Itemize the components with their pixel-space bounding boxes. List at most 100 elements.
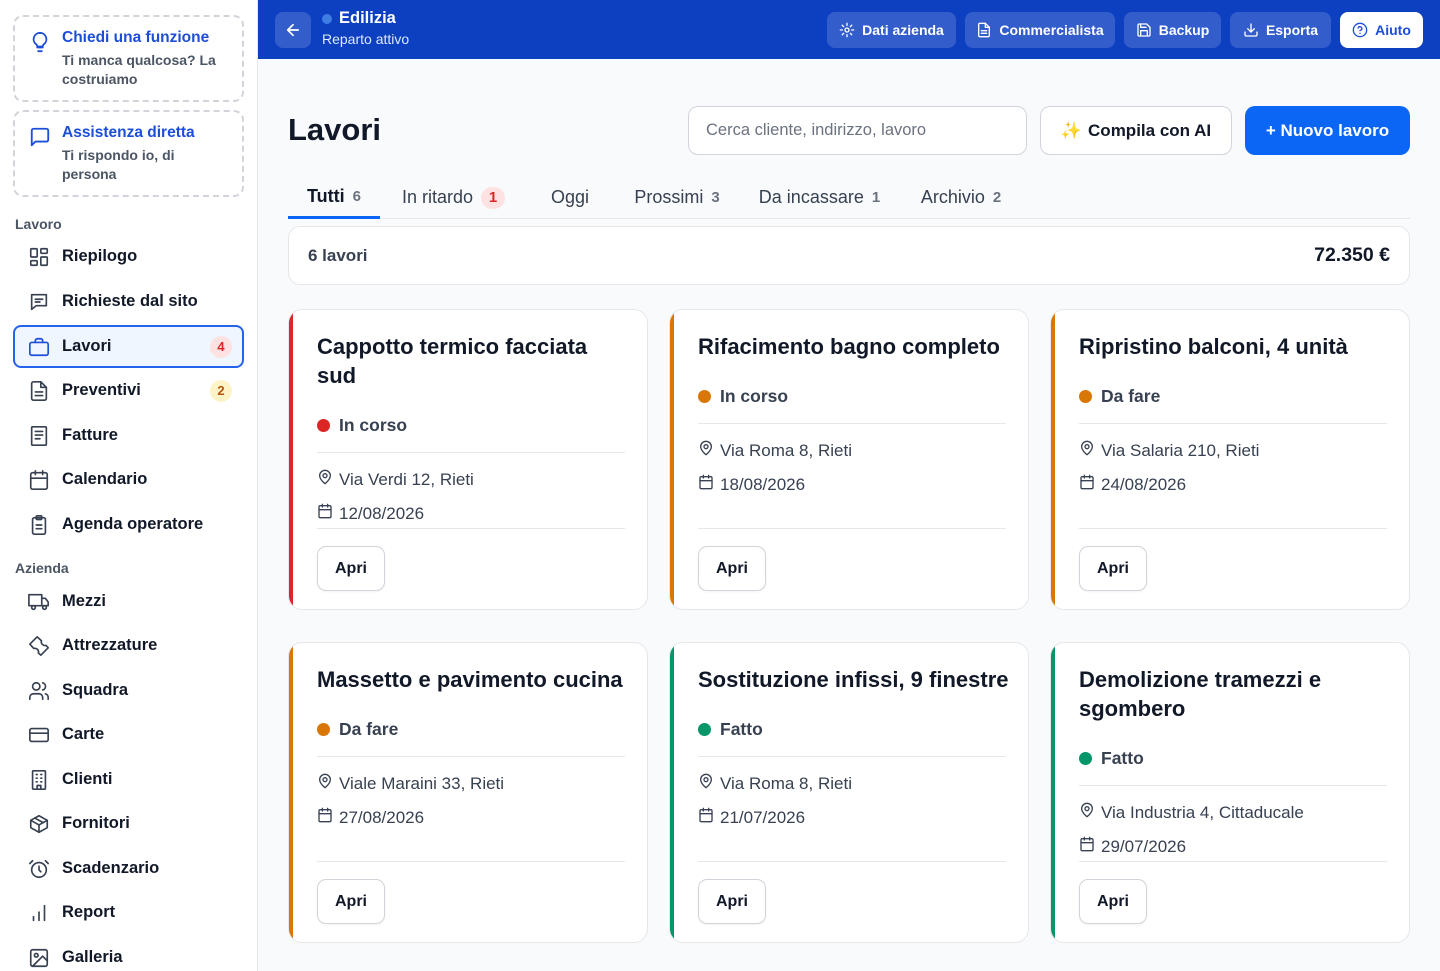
open-job-button[interactable]: Apri [317,879,385,924]
tab-label: Archivio [920,187,985,207]
open-job-button[interactable]: Apri [1079,879,1147,924]
open-job-button[interactable]: Apri [317,546,385,591]
sidebar-item-galleria[interactable]: Galleria [13,936,244,971]
job-card[interactable]: Demolizione tramezzi e sgombero Fatto Via … [1050,642,1410,943]
department-status-dot [322,13,332,24]
sidebar-item-calendario[interactable]: Calendario [13,458,244,501]
divider [1079,861,1387,862]
truck-icon [28,591,50,613]
accountant-button[interactable]: Commercialista [965,12,1115,48]
sidebar-item-squadra[interactable]: Squadra [13,669,244,712]
fill-with-ai-button[interactable]: ✨ Compila con AI [1040,106,1232,155]
search-input[interactable] [688,106,1027,155]
tab-archivio[interactable]: Archivio 2 [915,176,1007,219]
sidebar-item-richieste[interactable]: Richieste dal sito [13,280,244,323]
company-data-button[interactable]: Dati azienda [827,12,956,48]
job-card[interactable]: Sostituzione infissi, 9 finestre Fatto Via… [669,642,1029,943]
calendar-icon [698,807,714,828]
map-pin-icon [1079,440,1095,461]
address-text: Via Industria 4, Cittaducale [1101,802,1304,822]
image-icon [28,947,50,969]
sidebar: Chiedi una funzione Ti manca qualcosa? L… [0,0,258,971]
sidebar-item-riepilogo[interactable]: Riepilogo [13,235,244,278]
department-title: Edilizia [322,9,396,28]
sidebar-item-carte[interactable]: Carte [13,713,244,756]
export-button[interactable]: Esporta [1230,12,1331,48]
clipboard-icon [28,514,50,536]
sidebar-item-report[interactable]: Report [13,891,244,934]
job-card[interactable]: Ripristino balconi, 4 unità Da fare Via Sa… [1050,309,1410,610]
status-accent-bar [289,643,293,942]
job-filter-tabs: Tutti 6 In ritardo 1 Oggi Prossimi 3 Da … [288,176,1410,219]
backup-button[interactable]: Backup [1124,12,1221,48]
tab-oggi[interactable]: Oggi [540,176,600,219]
jobs-total-amount: 72.350 € [1314,244,1390,266]
job-status: Da fare [1079,386,1160,407]
help-circle-icon [1352,22,1368,38]
sidebar-item-preventivi[interactable]: Preventivi 2 [13,369,244,412]
job-card[interactable]: Cappotto termico facciata sud In corso Via… [288,309,648,610]
job-card[interactable]: Rifacimento bagno completo In corso Via Ro… [669,309,1029,610]
divider [317,756,625,757]
calendar-icon [698,474,714,495]
divider [317,861,625,862]
job-date: 21/07/2026 [698,807,805,828]
department-name: Edilizia [339,9,396,27]
direct-support-card[interactable]: Assistenza diretta Ti rispondo io, di pe… [13,110,244,197]
tab-tutti[interactable]: Tutti 6 [288,176,380,219]
arrow-left-icon [286,23,300,37]
address-text: Viale Maraini 33, Rieti [339,773,505,793]
open-job-button[interactable]: Apri [1079,546,1147,591]
job-status: In corso [317,415,407,436]
date-text: 29/07/2026 [1101,836,1187,856]
open-job-button[interactable]: Apri [698,546,766,591]
open-job-button[interactable]: Apri [698,879,766,924]
department-subtitle: Reparto attivo [322,31,410,47]
save-icon [1137,23,1151,37]
job-address: Via Salaria 210, Rieti [1079,440,1259,461]
sidebar-item-agenda-operatore[interactable]: Agenda operatore [13,503,244,546]
tab-prossimi[interactable]: Prossimi 3 [627,176,727,219]
sidebar-item-scadenzario[interactable]: Scadenzario [13,847,244,890]
help-label: Aiuto [1375,22,1411,38]
help-button[interactable]: Aiuto [1340,12,1423,48]
feature-request-card[interactable]: Chiedi una funzione Ti manca qualcosa? L… [13,15,244,102]
divider [698,756,1006,757]
package-icon [28,813,50,835]
new-job-button[interactable]: + Nuovo lavoro [1245,106,1410,155]
divider [698,861,1006,862]
document-icon [978,22,991,38]
sidebar-item-label: Preventivi [62,381,141,399]
sidebar-item-fornitori[interactable]: Fornitori [13,802,244,845]
job-title: Demolizione tramezzi e sgombero [1079,667,1322,721]
tab-label: In ritardo [401,187,474,207]
status-dot [317,723,330,736]
sidebar-item-clienti[interactable]: Clienti [13,758,244,801]
sidebar-item-label: Galleria [62,948,123,966]
map-pin-icon [698,440,714,461]
job-title: Ripristino balconi, 4 unità [1079,334,1348,359]
tab-label: Da incassare [758,187,864,207]
export-label: Esporta [1265,22,1319,38]
sidebar-item-label: Squadra [62,681,129,699]
credit-card-icon [28,724,50,746]
job-title: Rifacimento bagno completo [698,334,1000,359]
sidebar-item-label: Riepilogo [62,247,138,265]
divider [317,528,625,529]
wrench-icon [28,635,50,657]
sidebar-item-lavori[interactable]: Lavori 4 [13,325,244,368]
tab-in-ritardo[interactable]: In ritardo 1 [396,176,511,219]
sidebar-item-attrezzature[interactable]: Attrezzature [13,624,244,667]
sidebar-item-label: Scadenzario [62,859,160,877]
sidebar-item-mezzi[interactable]: Mezzi [13,580,244,623]
job-card[interactable]: Massetto e pavimento cucina Da fare Viale … [288,642,648,943]
job-title: Cappotto termico facciata sud [317,334,588,388]
job-address: Viale Maraini 33, Rieti [317,773,504,794]
back-button[interactable] [275,12,311,48]
tab-da-incassare[interactable]: Da incassare 1 [754,176,885,219]
job-address: Via Industria 4, Cittaducale [1079,802,1304,823]
sidebar-item-label: Attrezzature [62,636,158,654]
sidebar-item-fatture[interactable]: Fatture [13,414,244,457]
top-bar: Edilizia Reparto attivo Dati azienda Com… [258,0,1440,59]
divider [698,528,1006,529]
